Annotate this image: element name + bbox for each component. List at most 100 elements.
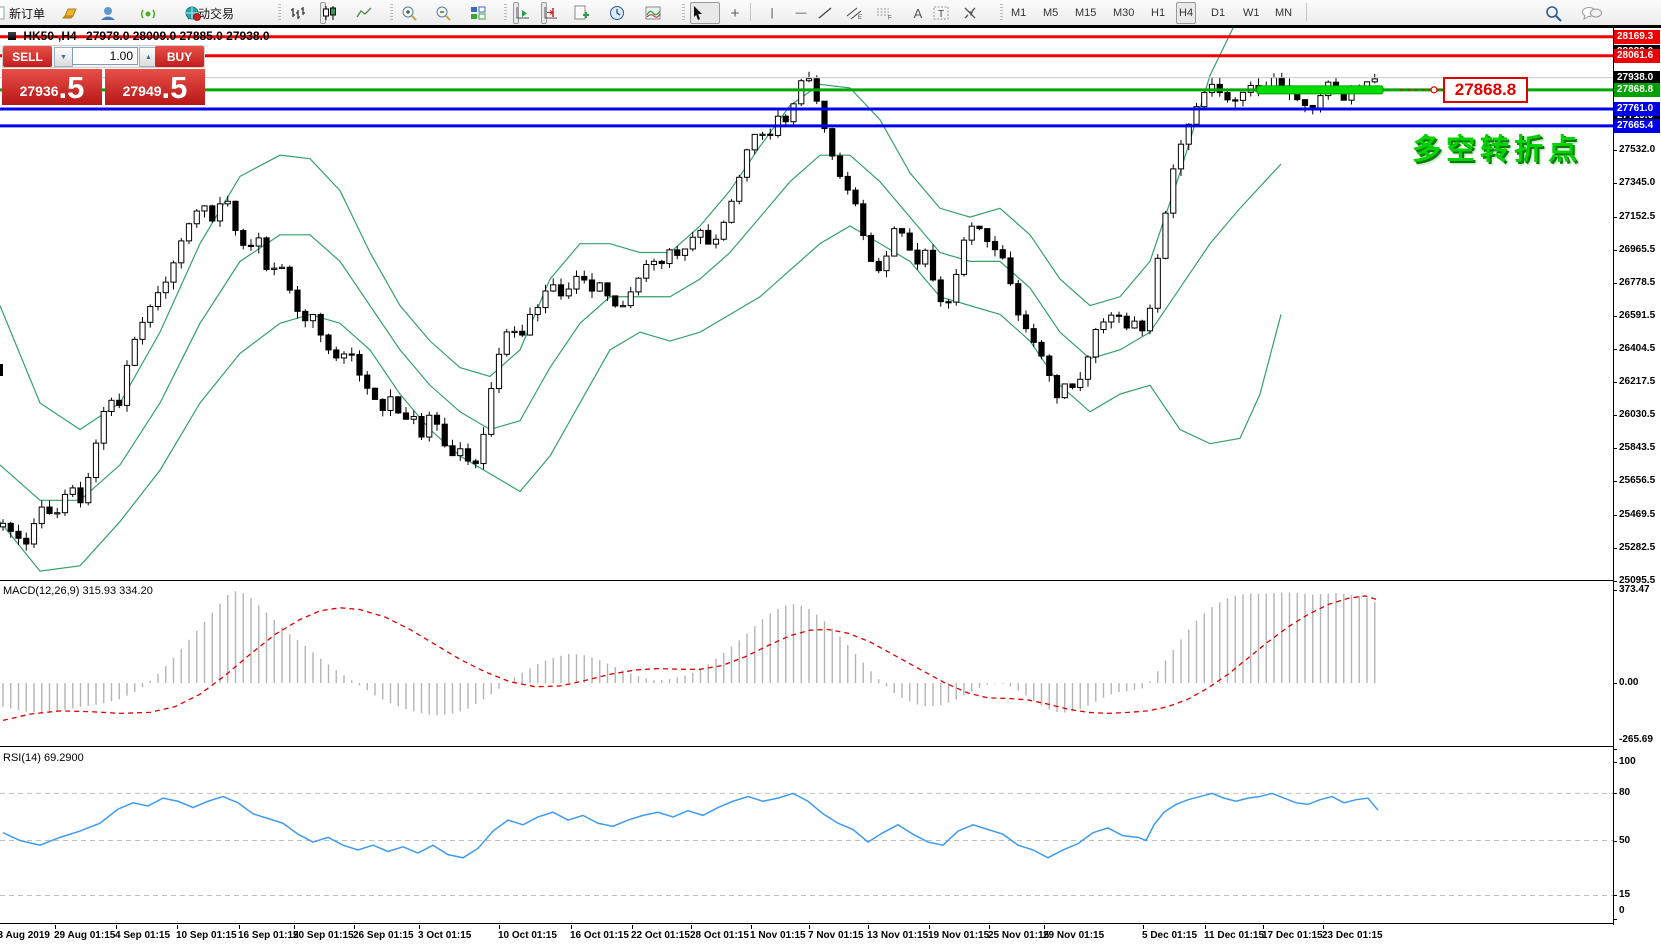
new-chart-button[interactable]: ▼	[572, 2, 588, 24]
date-tick-mark	[632, 925, 633, 929]
date-label: 23 Aug 2019	[0, 930, 50, 941]
fibonacci-icon[interactable]: F	[874, 2, 904, 24]
price-tick-label: 26965.5	[1619, 244, 1655, 255]
tab-timeframe-m30[interactable]: M30	[1110, 2, 1137, 24]
toolbar-separator	[682, 4, 685, 20]
price-tick-mark	[1613, 382, 1617, 383]
price-tick-label: 26030.5	[1619, 409, 1655, 420]
date-tick-mark	[751, 925, 752, 929]
mt4-terminal: 新订单 自动交易	[0, 0, 1661, 946]
macd-tick-mark	[1613, 590, 1617, 591]
sell-button[interactable]: SELL	[3, 46, 52, 67]
trendline-icon[interactable]	[816, 2, 844, 24]
tab-timeframe-m1[interactable]: M1	[1008, 2, 1029, 24]
macd-canvas[interactable]	[0, 583, 1613, 746]
tab-timeframe-w1[interactable]: W1	[1240, 2, 1263, 24]
bollinger-middle-band	[0, 155, 1281, 500]
rsi-pane[interactable]	[0, 749, 1613, 923]
gold-icon[interactable]	[60, 2, 66, 24]
date-label: 16 Oct 01:15	[570, 930, 629, 941]
text-label-icon[interactable]: T	[932, 2, 962, 24]
sell-price-tile[interactable]: 27936.5	[2, 69, 102, 105]
tab-timeframe-d1[interactable]: D1	[1208, 2, 1228, 24]
community-icon[interactable]	[98, 2, 104, 24]
highlight-trendline[interactable]	[1257, 86, 1383, 94]
chart-shift-icon[interactable]	[541, 2, 547, 24]
date-tick-mark	[571, 925, 572, 929]
rsi-tick-label: 80	[1619, 787, 1630, 798]
date-label: 4 Sep 01:15	[115, 930, 170, 941]
date-tick-mark	[294, 925, 295, 929]
price-tick-label: 26591.5	[1619, 310, 1655, 321]
tab-timeframe-m5[interactable]: M5	[1040, 2, 1061, 24]
macd-tick-label: -265.69	[1619, 734, 1653, 745]
rsi-tick-mark	[1613, 919, 1617, 920]
volume-input[interactable]	[72, 47, 138, 65]
date-tick-mark	[55, 925, 56, 929]
macd-pane[interactable]	[0, 583, 1613, 746]
date-tick-mark	[354, 925, 355, 929]
line-chart-icon[interactable]	[354, 2, 360, 24]
date-label: 20 Sep 01:15	[293, 930, 354, 941]
price-tick-label: 26404.5	[1619, 343, 1655, 354]
buy-price-tile[interactable]: 27949.5	[105, 69, 205, 105]
date-tick-mark	[1263, 925, 1264, 929]
indicators-button[interactable]: ▼	[644, 2, 660, 24]
vertical-line-icon[interactable]: |	[758, 2, 786, 24]
autotrading-button[interactable]: 自动交易	[183, 2, 237, 24]
price-axis-chip: 28169.3	[1614, 30, 1660, 44]
bar-chart-icon[interactable]	[288, 2, 294, 24]
search-icon[interactable]	[1544, 2, 1550, 24]
date-label: 3 Oct 01:15	[418, 930, 471, 941]
price-axis-chip: 28061.6	[1614, 49, 1660, 63]
new-order-button[interactable]: 新订单	[6, 2, 48, 24]
rsi-canvas[interactable]	[0, 749, 1613, 923]
svg-text:F: F	[888, 16, 892, 21]
chart-annotation-text[interactable]: 多空转折点	[1412, 126, 1582, 168]
zoom-out-icon[interactable]	[434, 2, 440, 24]
equidistant-channel-icon[interactable]: E	[844, 2, 874, 24]
signals-icon[interactable]	[138, 2, 144, 24]
buy-button[interactable]: BUY	[155, 46, 204, 67]
date-tick-mark	[1323, 925, 1324, 929]
chat-icon[interactable]	[1580, 2, 1586, 24]
chart-title: HK50-,H4 27978.0 28009.0 27885.0 27938.0	[8, 29, 270, 43]
volume-decrease-button[interactable]: ▼	[54, 47, 73, 67]
arrows-button[interactable]: ▼	[962, 2, 978, 24]
main-price-pane[interactable]	[0, 28, 1613, 580]
rsi-tick-mark	[1613, 793, 1617, 794]
date-tick-mark	[239, 925, 240, 929]
macd-tick-mark	[1613, 683, 1617, 684]
edge-marker	[0, 364, 3, 376]
new-order-label: 新订单	[9, 5, 45, 22]
rsi-label: RSI(14) 69.2900	[3, 752, 84, 764]
price-tick-mark	[1613, 515, 1617, 516]
toolbar: 新订单 自动交易	[0, 0, 1661, 26]
price-tick-mark	[1613, 283, 1617, 284]
candlestick-icon[interactable]	[320, 2, 326, 24]
tab-timeframe-h4[interactable]: H4	[1176, 2, 1196, 24]
zoom-in-icon[interactable]	[400, 2, 406, 24]
tile-windows-icon[interactable]	[468, 2, 474, 24]
price-tick-label: 27152.5	[1619, 211, 1655, 222]
buy-price-frac: .5	[162, 73, 188, 103]
tab-timeframe-h1[interactable]: H1	[1148, 2, 1168, 24]
tab-timeframe-mn[interactable]: MN	[1272, 2, 1295, 24]
text-icon[interactable]: A	[904, 2, 932, 24]
crosshair-icon[interactable]: +	[720, 2, 750, 24]
price-axis-chip: 27665.4	[1614, 119, 1660, 133]
rsi-tick-mark	[1613, 841, 1617, 842]
price-callout-label[interactable]: 27868.8	[1443, 77, 1528, 103]
toolbar-separator	[1000, 4, 1003, 20]
date-label: 25 Nov 01:15	[988, 930, 1049, 941]
date-label: 5 Dec 01:15	[1142, 930, 1197, 941]
cursor-icon[interactable]	[690, 2, 720, 24]
date-label: 1 Nov 01:15	[750, 930, 806, 941]
tab-timeframe-m15[interactable]: M15	[1072, 2, 1099, 24]
periods-button[interactable]: ▼	[608, 2, 624, 24]
horizontal-line-icon[interactable]: —	[786, 2, 816, 24]
auto-scroll-icon[interactable]	[513, 2, 519, 24]
price-tick-mark	[1613, 548, 1617, 549]
macd-label: MACD(12,26,9) 315.93 334.20	[3, 585, 153, 597]
price-chart-canvas[interactable]	[0, 28, 1613, 580]
